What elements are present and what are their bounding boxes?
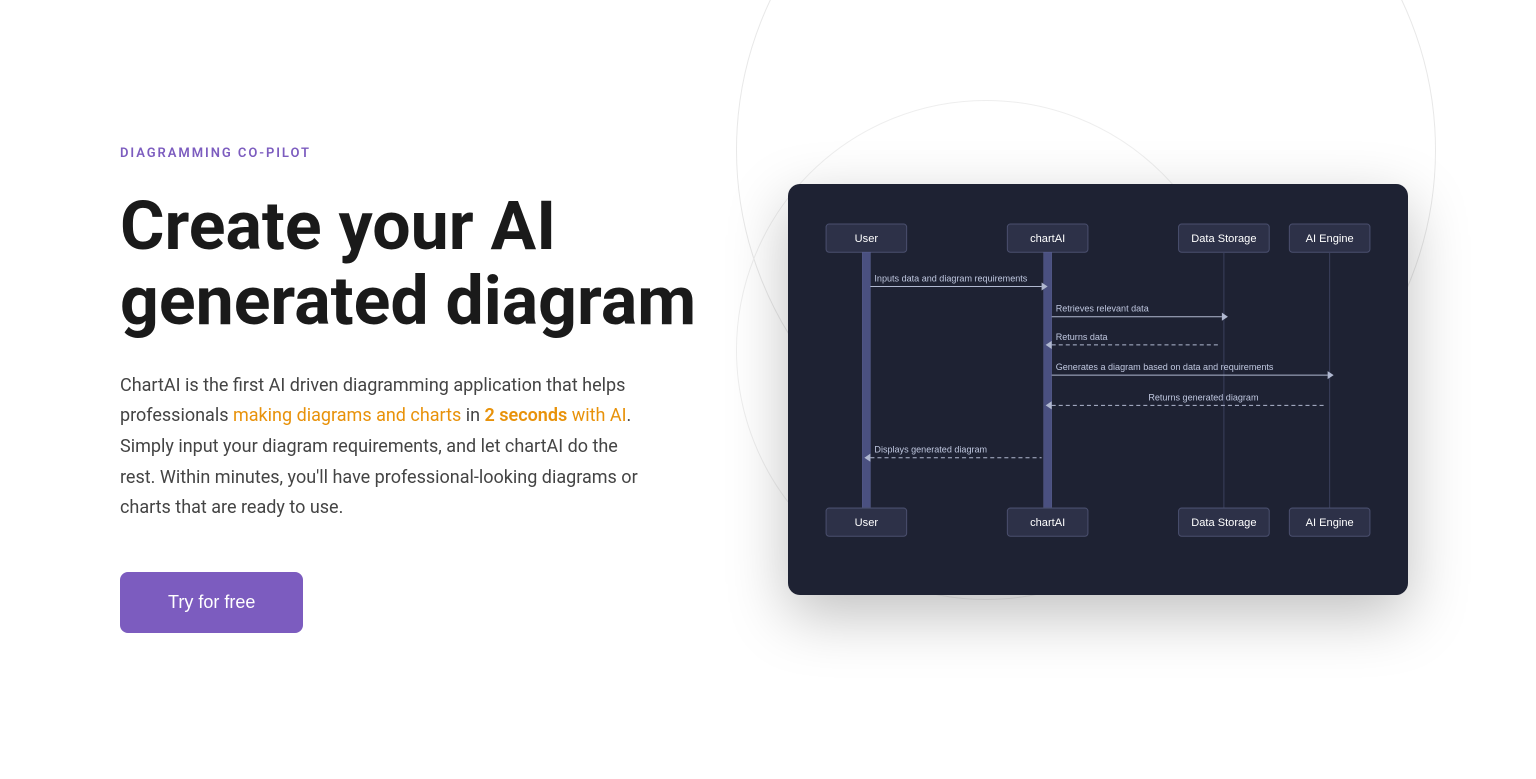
eyebrow-label: DIAGRAMMING CO-PILOT [120,146,720,161]
svg-text:Retrieves relevant data: Retrieves relevant data [1056,304,1150,314]
svg-text:Data Storage: Data Storage [1191,517,1256,529]
hero-left: DIAGRAMMING CO-PILOT Create your AI gene… [120,146,780,633]
hero-description: ChartAI is the first AI driven diagrammi… [120,371,640,524]
svg-text:AI Engine: AI Engine [1306,517,1354,529]
svg-text:Displays generated diagram: Displays generated diagram [874,445,987,455]
svg-text:User: User [855,517,879,529]
description-highlight2: 2 seconds [485,405,568,426]
svg-text:Data Storage: Data Storage [1191,233,1256,245]
svg-text:User: User [855,233,879,245]
svg-text:Inputs data and diagram requir: Inputs data and diagram requirements [874,274,1027,284]
svg-text:chartAI: chartAI [1030,233,1065,245]
headline: Create your AI generated diagram [120,189,720,339]
svg-text:chartAI: chartAI [1030,517,1065,529]
headline-line1: Create your AI [120,186,556,266]
page-container: DIAGRAMMING CO-PILOT Create your AI gene… [0,0,1536,779]
try-for-free-button[interactable]: Try for free [120,572,303,633]
description-middle: in [461,405,484,426]
svg-text:Returns generated diagram: Returns generated diagram [1148,393,1258,403]
hero-right: User chartAI Data Storage AI Engine [780,184,1416,594]
headline-line2: generated diagram [120,261,696,341]
description-highlight3: with AI [567,405,626,426]
diagram-panel: User chartAI Data Storage AI Engine [788,184,1408,594]
description-highlight1: making diagrams and charts [233,405,461,426]
svg-text:Generates a diagram based on d: Generates a diagram based on data and re… [1056,362,1274,372]
sequence-diagram-svg: User chartAI Data Storage AI Engine [816,216,1380,558]
svg-text:AI Engine: AI Engine [1306,233,1354,245]
svg-text:Returns data: Returns data [1056,332,1109,342]
